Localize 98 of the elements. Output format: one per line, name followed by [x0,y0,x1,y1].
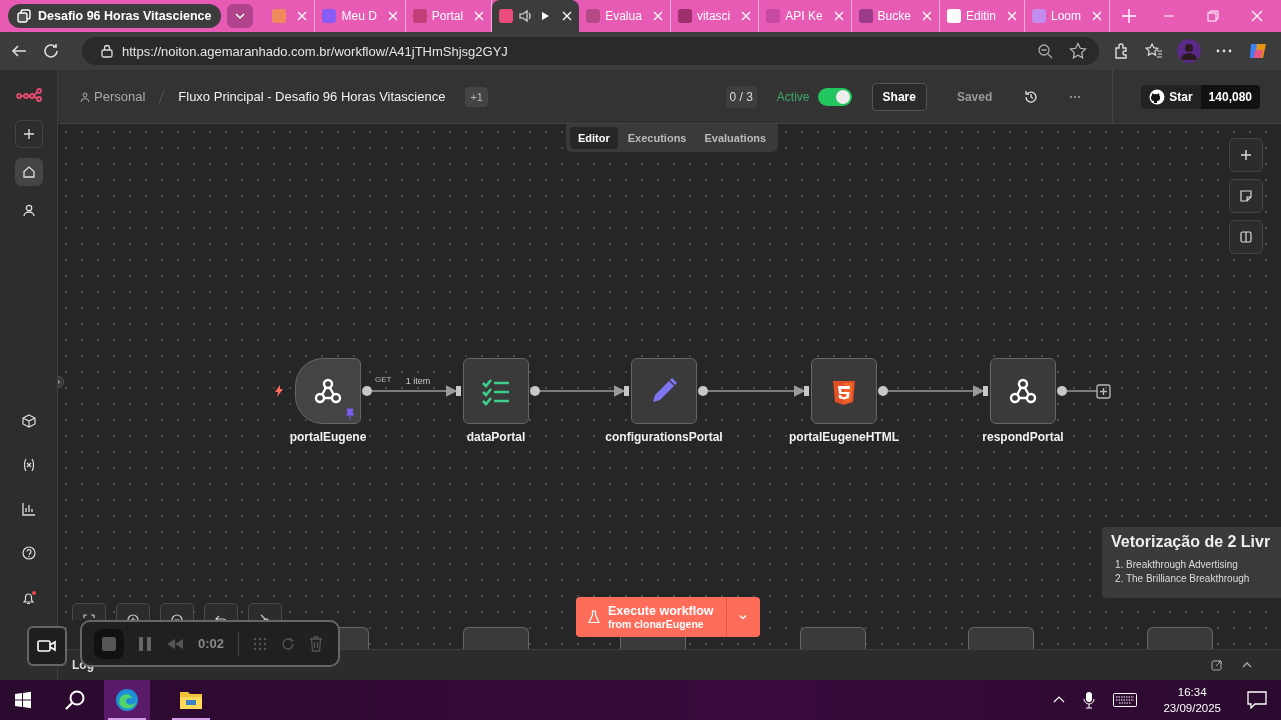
sticky-note-button[interactable] [1229,179,1263,213]
restart-icon[interactable] [281,636,296,651]
workflow-node[interactable] [463,358,529,424]
address-field[interactable]: https://noiton.agemaranhado.com.br/workflow/A41jTHmShjsg2GYJ [82,37,1099,65]
view-tab[interactable]: Editor [570,127,618,149]
tests-counter[interactable]: 0 / 3 [725,85,757,108]
star-count: 140,080 [1200,84,1260,109]
user-icon [80,91,90,102]
node-name: dataPortal [466,430,526,444]
pause-icon[interactable] [138,635,152,652]
input-handle[interactable] [983,386,988,396]
clock[interactable]: 16:34 23/09/2025 [1163,684,1221,716]
add-node-button[interactable] [1229,138,1263,172]
tab-group-label[interactable]: Desafio 96 Horas Vitascience [8,4,222,28]
node-name: respondPortal [982,430,1064,444]
star-icon[interactable] [1069,42,1087,60]
workflow-node[interactable] [990,358,1056,424]
chart-icon[interactable] [21,502,36,516]
reload-icon[interactable] [42,42,60,60]
sticky-note-item: 1. Breakthrough Advertising [1114,559,1239,570]
browser-tab[interactable] [492,0,580,32]
home-button[interactable] [14,158,43,186]
sticky-note-item: 2. The Brilliance Breakthrough [1114,573,1251,584]
keyboard-icon[interactable] [1113,693,1138,707]
add-node-handle[interactable] [1096,384,1111,399]
folder-icon [179,689,203,711]
edge-icon [115,688,139,712]
user-icon [21,203,36,217]
grid-dots-icon[interactable] [253,636,268,651]
node-name: configurationsPortal [605,430,723,444]
add-button[interactable] [14,120,43,148]
stop-button[interactable] [94,628,124,659]
tab-group-title: Desafio 96 Horas Vitascience [38,9,212,23]
home-icon [21,165,36,179]
tag-count[interactable]: +1 [465,86,488,107]
input-handle[interactable] [624,386,629,396]
recording-time: 0:02 [198,636,225,651]
flask-icon [588,610,600,624]
output-handle[interactable] [878,386,888,396]
output-handle[interactable] [362,386,372,396]
sticky-note-title: Vetorização de 2 Livr [1111,533,1272,551]
popout-icon[interactable] [1211,659,1223,671]
favorites-icon[interactable] [1145,42,1163,60]
output-handle[interactable] [698,386,708,396]
output-handle[interactable] [530,386,540,396]
note-icon [1240,190,1252,202]
output-handle[interactable] [1057,386,1067,396]
panel-icon [1240,231,1252,243]
view-tab[interactable]: Executions [619,127,695,149]
zoom-in-button[interactable] [116,603,150,620]
panel-button[interactable] [1229,220,1263,254]
undo-button[interactable] [204,603,238,620]
node-name: portalEugene [289,430,367,444]
active-toggle[interactable] [817,87,852,106]
fit-view-button[interactable] [72,603,106,620]
chevron-down-icon [738,612,749,622]
webhook-icon [1008,376,1038,406]
github-icon [1149,88,1166,105]
start-icon[interactable] [14,691,32,709]
logo-icon[interactable] [15,88,42,102]
active-label: Active [776,89,810,104]
workflow-name[interactable]: Fluxo Principal - Desafio 96 Horas Vitascience [178,89,446,104]
taskbar-app[interactable] [104,680,150,720]
github-star-button[interactable]: Star [1141,84,1201,109]
tabs-icon [16,8,32,24]
plus-icon [1240,149,1252,161]
share-button[interactable]: Share [871,82,927,111]
tidy-button[interactable] [248,603,282,620]
input-handle[interactable] [456,386,461,396]
workflow-node[interactable] [811,358,877,424]
lock-icon [100,44,114,58]
variables-icon[interactable] [21,458,36,472]
plus-icon [22,128,35,140]
view-tab[interactable]: Evaluations [696,127,775,149]
webhook-icon [313,376,343,406]
project-link[interactable]: Personal [80,89,146,104]
dropdown-button[interactable] [227,4,254,28]
notification-icon[interactable] [1247,691,1267,709]
zoom-out-button[interactable] [160,603,194,620]
method-label: GET [375,375,392,384]
input-handle[interactable] [804,386,809,396]
camera-button[interactable] [27,626,67,666]
camera-icon [37,639,57,653]
cube-icon[interactable] [21,414,36,428]
history-icon[interactable] [1024,89,1039,104]
connection-label: 1 item [405,376,431,386]
trigger-bolt-icon [274,385,284,397]
bell-icon[interactable] [20,590,37,606]
zoom-out-icon[interactable] [1037,43,1053,59]
microphone-icon[interactable] [1083,691,1096,709]
node-name: portalEugeneHTML [789,430,899,444]
saved-status: Saved [956,89,993,104]
workflow-node[interactable] [631,358,697,424]
search-icon[interactable] [64,689,86,711]
help-icon[interactable] [21,546,36,560]
sticky-note[interactable]: Vetorização de 2 Livr 1. Breakthrough Advertising 2. The Brilliance Breakthrough [1102,527,1281,598]
connection-line [1066,390,1098,392]
close-icon[interactable] [562,11,573,21]
